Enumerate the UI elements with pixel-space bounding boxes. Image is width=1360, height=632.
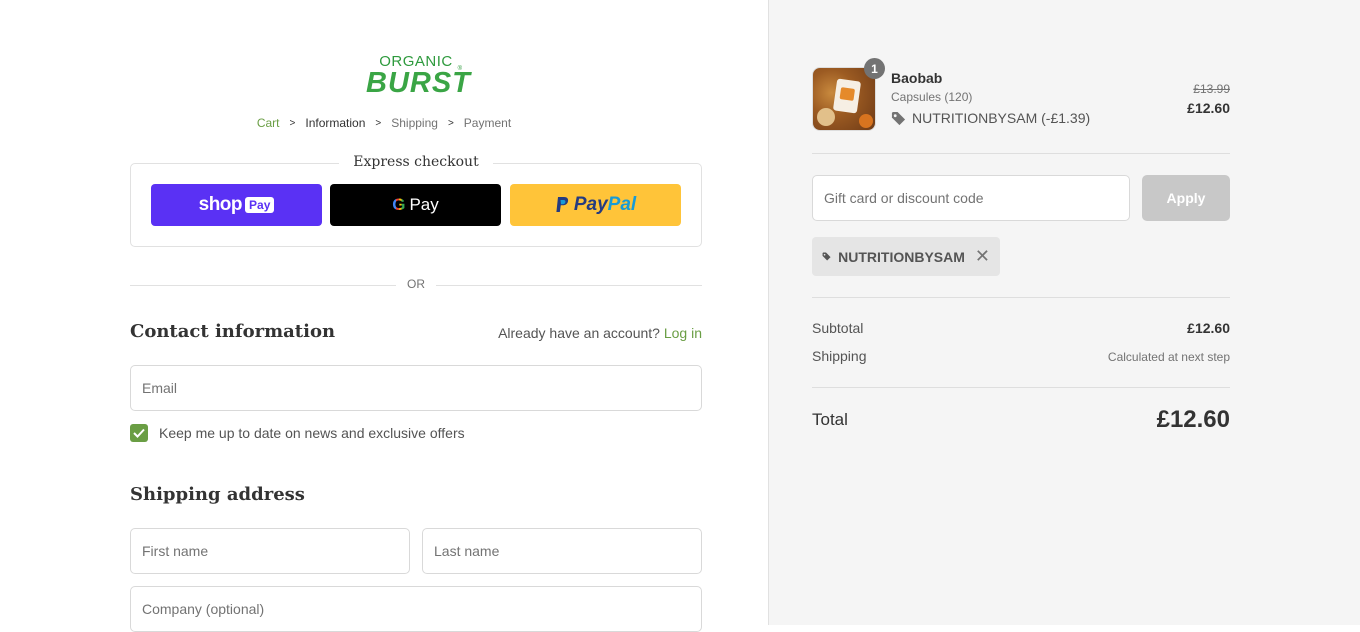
- shop-pay-badge: Pay: [245, 197, 275, 213]
- subtotal-label: Subtotal: [812, 320, 864, 336]
- express-checkout: Express checkout shop Pay G Pay Pay Pal: [130, 154, 702, 247]
- applied-discount-code: NUTRITIONBYSAM: [838, 248, 965, 265]
- google-pay-button[interactable]: G Pay: [330, 184, 501, 226]
- organic-burst-logo[interactable]: ORGANIC BURST ®: [366, 54, 471, 99]
- account-prompt: Already have an account? Log in: [498, 325, 702, 341]
- or-divider: OR: [130, 277, 702, 291]
- breadcrumb-payment: Payment: [463, 116, 512, 130]
- shipping-address-heading: Shipping address: [130, 484, 305, 505]
- breadcrumb-shipping: Shipping: [391, 116, 438, 130]
- quantity-badge: 1: [864, 58, 885, 79]
- newsletter-label: Keep me up to date on news and exclusive…: [159, 425, 465, 441]
- checkout-main: ORGANIC BURST ® Cart > Information > Shi…: [0, 0, 768, 632]
- divider-line-right: [436, 285, 702, 286]
- chevron-right-icon: >: [289, 117, 296, 129]
- discount-code-input[interactable]: [813, 176, 1129, 220]
- first-name-field[interactable]: [130, 528, 410, 574]
- apply-button[interactable]: Apply: [1142, 175, 1230, 221]
- breadcrumb: Cart > Information > Shipping > Payment: [0, 115, 768, 131]
- email-field[interactable]: [130, 365, 702, 411]
- product-thumbnail: [812, 67, 876, 131]
- product-name: Baobab: [891, 70, 943, 86]
- login-link[interactable]: Log in: [664, 325, 702, 341]
- product-variant: Capsules (120): [891, 90, 973, 104]
- paypal-text-pal: Pal: [607, 194, 637, 215]
- tag-icon: [891, 111, 906, 125]
- shop-pay-button[interactable]: shop Pay: [151, 184, 322, 226]
- product-discount: NUTRITIONBYSAM (-£1.39): [891, 110, 1090, 126]
- original-price: £13.99: [1193, 82, 1230, 96]
- divider: [812, 297, 1230, 298]
- newsletter-checkbox[interactable]: [130, 424, 148, 442]
- company-field[interactable]: [130, 586, 702, 632]
- account-prompt-text: Already have an account?: [498, 325, 660, 341]
- discount-code-field[interactable]: [812, 175, 1130, 221]
- chevron-right-icon: >: [375, 117, 382, 129]
- logo-line2: BURST: [366, 67, 471, 99]
- total-value: £12.60: [1156, 406, 1230, 433]
- email-input[interactable]: [131, 366, 701, 410]
- last-name-field[interactable]: [422, 528, 702, 574]
- applied-discount-chip: NUTRITIONBYSAM ✕: [812, 237, 1000, 276]
- divider: [812, 387, 1230, 388]
- express-checkout-title: Express checkout: [339, 154, 493, 170]
- subtotal-value: £12.60: [1187, 320, 1230, 336]
- newsletter-option[interactable]: Keep me up to date on news and exclusive…: [130, 424, 465, 442]
- current-price: £12.60: [1187, 100, 1230, 116]
- company-input[interactable]: [131, 587, 701, 631]
- shipping-label: Shipping: [812, 348, 867, 364]
- shipping-value: Calculated at next step: [1107, 350, 1230, 364]
- google-pay-text: Pay: [409, 195, 439, 214]
- divider: [812, 153, 1230, 154]
- checkmark-icon: [133, 428, 145, 438]
- total-label: Total: [812, 410, 848, 429]
- shop-pay-text: shop: [198, 194, 243, 215]
- first-name-input[interactable]: [131, 529, 409, 573]
- divider-line-left: [130, 285, 396, 286]
- breadcrumb-cart[interactable]: Cart: [257, 116, 280, 130]
- google-g-icon: G: [392, 195, 406, 214]
- chevron-right-icon: >: [447, 117, 454, 129]
- paypal-text-pay: Pay: [573, 194, 608, 215]
- paypal-button[interactable]: Pay Pal: [510, 184, 681, 226]
- or-label: OR: [407, 277, 425, 291]
- contact-information-heading: Contact information: [130, 321, 336, 342]
- remove-discount-icon[interactable]: ✕: [975, 246, 990, 267]
- tag-icon: [822, 252, 831, 261]
- paypal-p-icon: [556, 197, 568, 212]
- product-discount-text: NUTRITIONBYSAM (-£1.39): [912, 110, 1091, 126]
- breadcrumb-information: Information: [305, 116, 366, 130]
- last-name-input[interactable]: [423, 529, 701, 573]
- trademark-icon: ®: [457, 66, 462, 72]
